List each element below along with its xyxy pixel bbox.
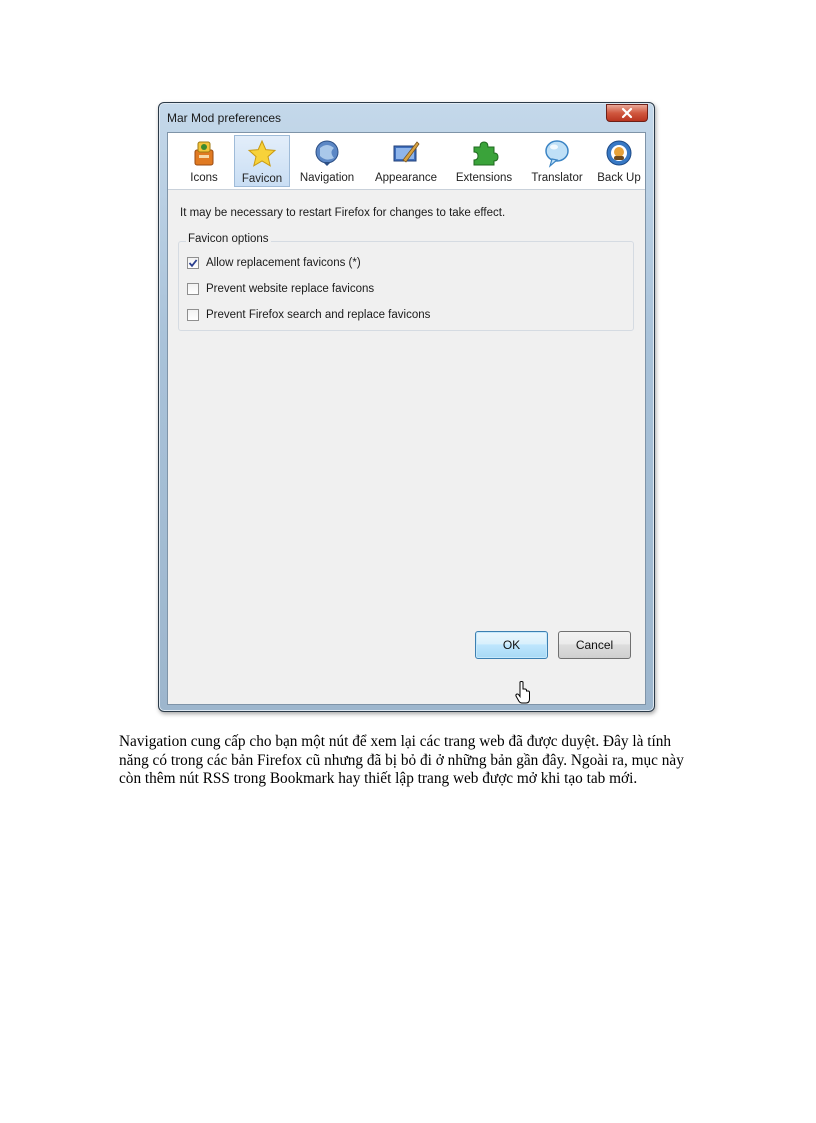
tab-back-up-label: Back Up bbox=[597, 172, 641, 184]
tab-favicon[interactable]: Favicon bbox=[234, 135, 290, 187]
tab-back-up[interactable]: Back Up bbox=[593, 135, 645, 187]
tab-translator-label: Translator bbox=[531, 172, 583, 184]
tab-navigation[interactable]: Navigation bbox=[292, 135, 362, 187]
tab-appearance-label: Appearance bbox=[374, 172, 438, 184]
tab-extensions[interactable]: Extensions bbox=[449, 135, 519, 187]
option-label: Prevent website replace favicons bbox=[206, 283, 375, 295]
checkmark-icon bbox=[188, 259, 198, 268]
checkbox-unchecked[interactable] bbox=[187, 309, 199, 321]
option-prevent-firefox-search[interactable]: Prevent Firefox search and replace favic… bbox=[187, 309, 430, 321]
title-bar[interactable]: Mar Mod preferences bbox=[159, 103, 654, 131]
option-prevent-website[interactable]: Prevent website replace favicons bbox=[187, 283, 374, 295]
tab-icons-label: Icons bbox=[190, 172, 218, 184]
puzzle-icon bbox=[469, 138, 499, 168]
tab-translator[interactable]: Translator bbox=[522, 135, 592, 187]
tab-extensions-label: Extensions bbox=[455, 172, 513, 184]
option-label: Prevent Firefox search and replace favic… bbox=[206, 309, 431, 321]
article-paragraph: Navigation cung cấp cho bạn một nút để x… bbox=[119, 733, 684, 787]
option-label: Allow replacement favicons (*) bbox=[206, 257, 361, 269]
cancel-button[interactable]: Cancel bbox=[558, 631, 631, 659]
checkbox-unchecked[interactable] bbox=[187, 283, 199, 295]
appearance-icon bbox=[391, 138, 421, 168]
tab-icons[interactable]: Icons bbox=[174, 135, 234, 187]
navigation-icon bbox=[312, 138, 342, 168]
mouse-cursor-icon bbox=[515, 681, 530, 704]
tab-favicon-label: Favicon bbox=[241, 173, 283, 185]
icons-icon bbox=[189, 138, 219, 168]
close-button[interactable] bbox=[606, 104, 648, 122]
option-allow-replacement[interactable]: Allow replacement favicons (*) bbox=[187, 257, 361, 269]
checkbox-checked[interactable] bbox=[187, 257, 199, 269]
backup-icon bbox=[604, 138, 634, 168]
star-icon bbox=[247, 139, 277, 169]
restart-notice: It may be necessary to restart Firefox f… bbox=[180, 207, 506, 219]
dialog-title: Mar Mod preferences bbox=[167, 111, 282, 125]
ok-button[interactable]: OK bbox=[475, 631, 548, 659]
tab-navigation-label: Navigation bbox=[299, 172, 355, 184]
tab-appearance[interactable]: Appearance bbox=[366, 135, 446, 187]
preferences-toolbar: Icons Favicon Navigation Appearance Exte… bbox=[168, 133, 645, 190]
dialog-client-area: Icons Favicon Navigation Appearance Exte… bbox=[167, 132, 646, 705]
speech-bubble-icon bbox=[542, 138, 572, 168]
preferences-dialog: Mar Mod preferences Icons Favicon Naviga… bbox=[158, 102, 655, 712]
group-title: Favicon options bbox=[186, 233, 271, 245]
close-icon bbox=[621, 107, 633, 119]
